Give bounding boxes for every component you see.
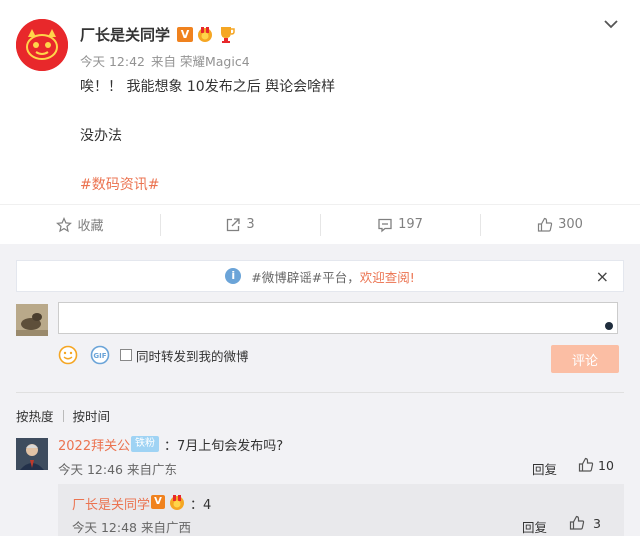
author-name[interactable]: 厂长是关同学 <box>80 24 170 45</box>
notice-text: #微博辟谣#平台， <box>251 269 360 285</box>
forward-count: 3 <box>246 217 255 232</box>
input-indicator <box>605 322 613 330</box>
comment-button[interactable]: 197 <box>320 205 480 244</box>
star-icon <box>56 216 73 232</box>
verified-badge: V <box>177 27 193 42</box>
sort-by-hot[interactable]: 按热度 <box>16 406 54 425</box>
submit-comment-button[interactable]: 评论 <box>551 345 619 373</box>
comment-text: ：7月上旬会发布吗? <box>164 439 284 454</box>
composer-tools: GIF 同时转发到我的微博 <box>58 345 249 365</box>
comment-like-button[interactable]: 10 <box>578 457 614 473</box>
post-time: 今天 12:42 <box>80 54 145 69</box>
post-source: 来自 荣耀Magic4 <box>151 54 250 69</box>
reply-author-name[interactable]: 厂长是关同学 <box>72 494 150 513</box>
comment-icon <box>378 218 392 232</box>
divider <box>16 392 624 393</box>
comment-meta: 今天 12:46 来自广东 <box>58 462 177 477</box>
gif-icon[interactable]: GIF <box>90 345 110 365</box>
comment-input[interactable] <box>58 302 618 334</box>
rumor-notice: i #微博辟谣#平台， 欢迎查阅! × <box>16 260 624 292</box>
reply-reply-button[interactable]: 回复 <box>522 517 547 536</box>
trophy-icon <box>221 27 235 43</box>
weibo-post: 厂长是关同学 V 今天 12:42 来自 荣耀Magic4 唉！！ 我能想象 10… <box>0 0 640 204</box>
thumbs-up-icon <box>569 515 585 530</box>
reply-text: ：4 <box>190 498 212 513</box>
like-button[interactable]: 300 <box>480 205 640 244</box>
favorite-label: 收藏 <box>77 219 104 234</box>
topic-link[interactable]: #数码资讯# <box>80 174 159 194</box>
favorite-button[interactable]: 收藏 <box>0 205 160 244</box>
forward-button[interactable]: 3 <box>160 205 320 244</box>
share-checkbox[interactable] <box>120 349 132 361</box>
thumbs-up-icon <box>537 217 553 232</box>
comment-reply-button[interactable]: 回复 <box>532 459 557 478</box>
post-meta: 今天 12:42 来自 荣耀Magic4 <box>80 51 256 70</box>
chevron-down-icon[interactable] <box>600 13 622 35</box>
smiley-icon[interactable] <box>58 345 78 365</box>
current-user-avatar <box>16 304 48 336</box>
post-text-line1: 唉！！ 我能想象 10发布之后 舆论会啥样 <box>80 79 336 95</box>
reply-box: 厂长是关同学 V ：4 今天 12:48 来自广西 回复 3 <box>58 484 624 536</box>
sort-by-time[interactable]: 按时间 <box>73 406 111 425</box>
reply-meta: 今天 12:48 来自广西 <box>72 520 191 535</box>
reply-like-button[interactable]: 3 <box>569 515 601 531</box>
reply-like-count: 3 <box>593 515 601 531</box>
forward-icon <box>227 217 241 231</box>
info-icon: i <box>225 268 242 284</box>
sort-separator <box>62 409 64 422</box>
medal-icon <box>170 495 184 510</box>
close-icon[interactable]: × <box>596 267 609 286</box>
comment-avatar[interactable] <box>16 438 48 470</box>
sort-tabs: 按热度 按时间 <box>16 406 110 425</box>
comment-like-count: 10 <box>598 457 614 473</box>
like-count: 300 <box>558 217 583 232</box>
comment-section: i #微博辟谣#平台， 欢迎查阅! × GIF 同时转发到我的微博 评论 按热度… <box>0 244 640 536</box>
notice-link[interactable]: 欢迎查阅! <box>360 267 415 286</box>
gif-label: GIF <box>93 352 106 360</box>
thumbs-up-icon <box>578 457 594 472</box>
author-avatar[interactable] <box>16 19 68 71</box>
comment-count: 197 <box>398 217 423 232</box>
commenter-name[interactable]: 2022拜关公 <box>58 435 130 454</box>
post-text-line2: 没办法 <box>80 128 122 144</box>
action-bar: 收藏 3 197 300 <box>0 204 640 244</box>
verified-badge: V <box>151 495 165 509</box>
fan-badge: 铁粉 <box>131 436 159 452</box>
medal-icon <box>198 27 212 42</box>
share-label: 同时转发到我的微博 <box>136 348 249 364</box>
